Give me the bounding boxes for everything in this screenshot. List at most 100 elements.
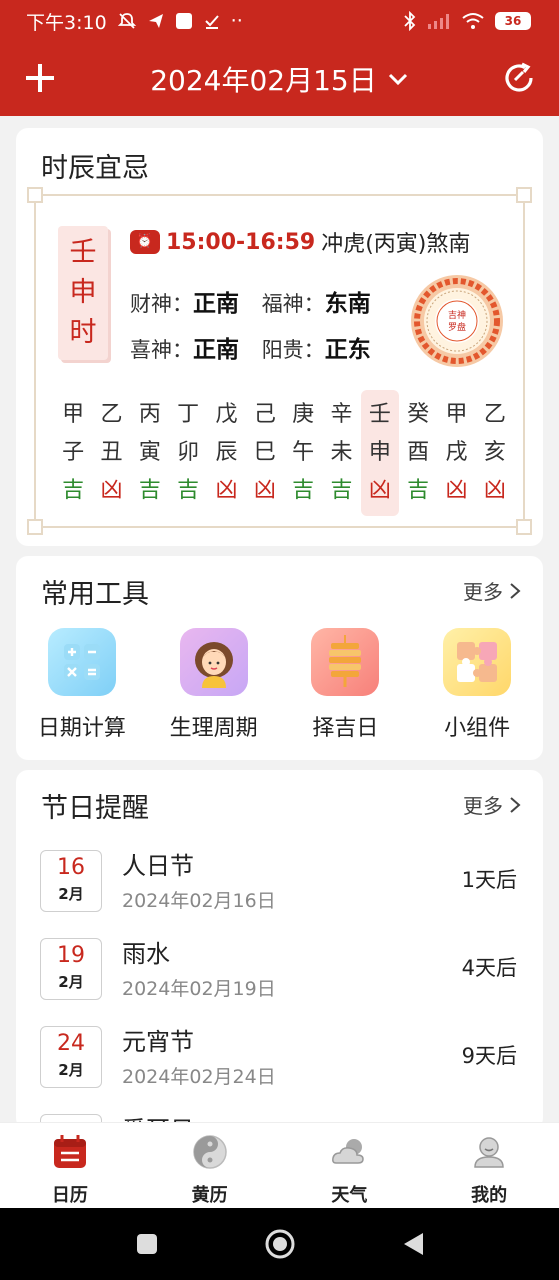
- status-time: 下午3:10: [26, 11, 107, 34]
- hour-column[interactable]: 己巳凶: [246, 396, 284, 514]
- bluetooth-icon: [404, 11, 416, 31]
- woman-avatar-icon: [179, 628, 248, 696]
- back-button[interactable]: [401, 1231, 425, 1257]
- heavenly-stem: 甲: [62, 402, 85, 427]
- system-nav-bar: [0, 1208, 559, 1280]
- earthly-branch: 未: [330, 440, 353, 465]
- nav-label: 日历: [51, 1185, 88, 1206]
- chevron-down-icon: [388, 73, 407, 86]
- frame-corner: [516, 187, 532, 203]
- time-range: 15:00-16:59: [166, 229, 316, 255]
- festival-countdown: 4天后: [461, 956, 517, 980]
- heavenly-stem: 乙: [483, 402, 506, 427]
- festival-date: 2024年02月19日: [122, 978, 276, 1000]
- download-done-icon: [204, 15, 219, 29]
- bottom-nav: 日历 黄历 天气 我的: [0, 1122, 559, 1208]
- seal-char: 申: [69, 277, 97, 308]
- tool-period-tracker[interactable]: 生理周期: [149, 628, 279, 748]
- festival-name: 元宵节: [122, 1028, 194, 1056]
- calculator-icon: [47, 628, 116, 696]
- nav-weather[interactable]: 天气: [289, 1123, 409, 1208]
- chevron-right-icon: [510, 582, 521, 599]
- frame-corner: [27, 187, 43, 203]
- heavenly-stem: 辛: [330, 402, 353, 427]
- luck-label: 吉: [330, 478, 353, 503]
- home-button[interactable]: [264, 1228, 296, 1260]
- god-value: 正东: [324, 337, 371, 363]
- hour-column[interactable]: 丁卯吉: [169, 396, 207, 514]
- date-day: 24: [57, 1031, 85, 1056]
- festival-item[interactable]: 16 2月 人日节 2024年02月16日 1天后: [16, 846, 543, 926]
- seal-char: 壬: [69, 237, 97, 268]
- nav-almanac[interactable]: 黄历: [150, 1123, 270, 1208]
- date-badge: 24 2月: [40, 1026, 102, 1088]
- date-badge: 16 2月: [40, 850, 102, 912]
- festival-item[interactable]: 19 2月 雨水 2024年02月19日 4天后: [16, 934, 543, 1014]
- date-badge: 19 2月: [40, 938, 102, 1000]
- heavenly-stem: 癸: [407, 402, 430, 427]
- earthly-branch: 午: [292, 440, 315, 465]
- tool-widgets[interactable]: 小组件: [412, 628, 542, 748]
- hour-column[interactable]: 乙亥凶: [476, 396, 514, 514]
- profile-icon: [474, 1137, 504, 1168]
- tool-label: 小组件: [444, 716, 511, 741]
- refresh-icon: [505, 62, 533, 92]
- earthly-branch: 申: [368, 440, 391, 465]
- section-title: 时辰宜忌: [41, 153, 149, 184]
- today-button[interactable]: [501, 60, 537, 96]
- nav-calendar[interactable]: 日历: [10, 1123, 130, 1208]
- battery-indicator: 36: [495, 12, 531, 30]
- hour-column[interactable]: 乙丑凶: [92, 396, 130, 514]
- puzzle-icon: [443, 628, 512, 696]
- nav-label: 天气: [331, 1185, 368, 1206]
- hour-info-line: ⏰ 15:00-16:59 冲虎(丙寅)煞南: [130, 226, 470, 258]
- nav-profile[interactable]: 我的: [429, 1123, 549, 1208]
- hour-column[interactable]: 丙寅吉: [131, 396, 169, 514]
- earthly-branch: 丑: [100, 440, 123, 465]
- current-hour-seal: 壬 申 时: [58, 226, 108, 360]
- hour-column[interactable]: 甲戌凶: [437, 396, 475, 514]
- earthly-branch: 子: [62, 440, 85, 465]
- hour-column[interactable]: 戊辰凶: [207, 396, 245, 514]
- god-label: 喜神：: [130, 338, 193, 362]
- tools-card: 常用工具 更多 日期计算 生理周期 择吉日 小组件: [16, 556, 543, 760]
- god-value: 东南: [324, 291, 371, 317]
- hour-column[interactable]: 癸酉吉: [399, 396, 437, 514]
- more-label: 更多: [463, 794, 503, 818]
- more-label: 更多: [463, 580, 503, 604]
- lantern-icon: [311, 628, 380, 696]
- alarm-clock-icon: ⏰: [130, 230, 160, 254]
- festival-more-link[interactable]: 更多: [463, 790, 521, 819]
- shichen-card[interactable]: 时辰宜忌 壬 申 时 ⏰ 15:00-16:59 冲虎(丙寅)煞南 财神：正南 …: [16, 128, 543, 546]
- tool-auspicious-day[interactable]: 择吉日: [280, 628, 410, 748]
- hour-column[interactable]: 壬申凶: [360, 390, 400, 516]
- add-button[interactable]: [20, 54, 60, 100]
- wifi-icon: [462, 13, 484, 29]
- date-picker[interactable]: 2024年02月15日: [150, 59, 409, 99]
- heavenly-stem: 甲: [445, 402, 468, 427]
- festival-item[interactable]: 24 2月 元宵节 2024年02月24日 9天后: [16, 1022, 543, 1102]
- recents-button[interactable]: [135, 1232, 159, 1256]
- god-label: 阳贵：: [261, 338, 325, 362]
- festival-countdown: 1天后: [461, 868, 517, 892]
- hours-grid: 甲子吉乙丑凶丙寅吉丁卯吉戊辰凶己巳凶庚午吉辛未吉壬申凶癸酉吉甲戌凶乙亥凶: [54, 390, 514, 516]
- luck-label: 凶: [253, 478, 276, 503]
- hour-column[interactable]: 甲子吉: [54, 396, 92, 514]
- festival-name: 人日节: [122, 852, 194, 880]
- tool-label: 生理周期: [169, 716, 258, 741]
- luck-label: 吉: [138, 478, 161, 503]
- tools-more-link[interactable]: 更多: [463, 576, 521, 605]
- chong-sha: 冲虎(丙寅)煞南: [321, 232, 471, 257]
- heavenly-stem: 庚: [292, 402, 315, 427]
- hour-column[interactable]: 辛未吉: [322, 396, 360, 514]
- luck-label: 凶: [483, 478, 506, 503]
- luck-label: 凶: [100, 478, 123, 503]
- god-row: 财神：正南 福神：东南: [130, 284, 371, 318]
- section-title: 常用工具: [41, 579, 149, 610]
- hour-column[interactable]: 庚午吉: [284, 396, 322, 514]
- compass-center-bottom: 罗盘: [448, 321, 466, 333]
- festival-date: 2024年02月16日: [122, 890, 276, 912]
- tool-date-calculator[interactable]: 日期计算: [17, 628, 147, 748]
- date-month: 2月: [58, 1061, 84, 1079]
- nav-label: 黄历: [191, 1185, 228, 1206]
